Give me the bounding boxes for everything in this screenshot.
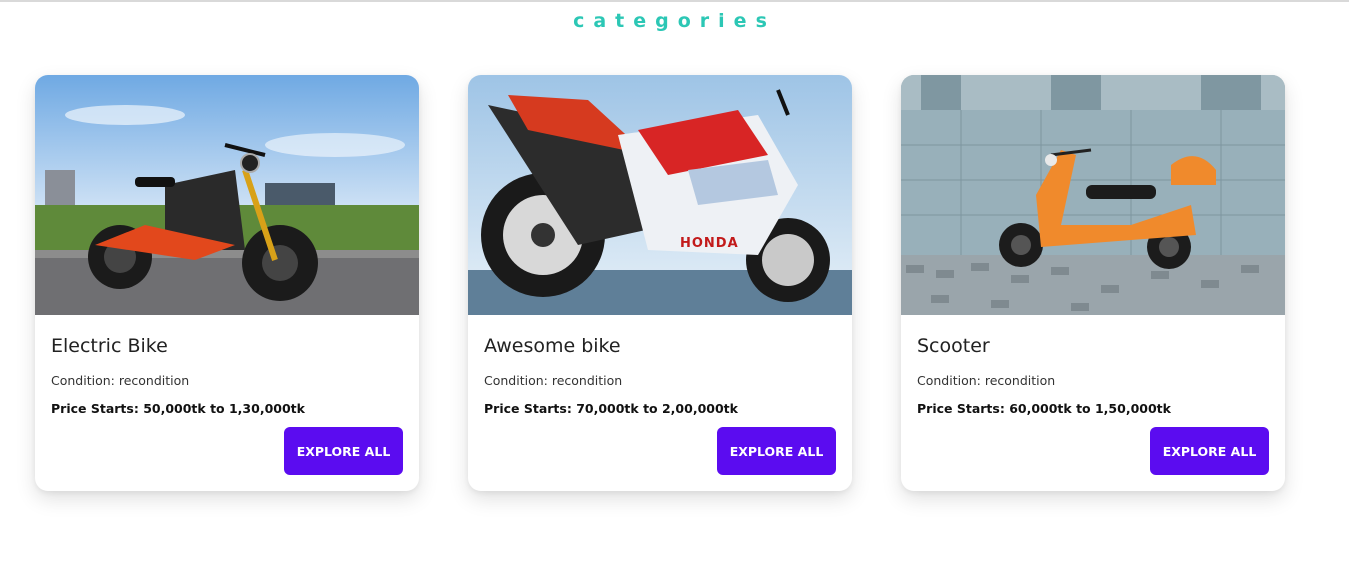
card-title: Electric Bike: [51, 335, 168, 357]
category-card-scooter: Scooter Condition: recondition Price Sta…: [901, 75, 1285, 491]
card-image: [35, 75, 419, 315]
explore-all-button[interactable]: EXPLORE ALL: [284, 427, 403, 475]
card-condition: Condition: recondition: [51, 373, 190, 388]
category-card-electric-bike: Electric Bike Condition: recondition Pri…: [35, 75, 419, 491]
card-condition: Condition: recondition: [484, 373, 623, 388]
card-price: Price Starts: 50,000tk to 1,30,000tk: [51, 401, 305, 416]
card-image: [901, 75, 1285, 315]
card-title: Scooter: [917, 335, 990, 357]
card-price: Price Starts: 60,000tk to 1,50,000tk: [917, 401, 1171, 416]
top-border: [0, 0, 1349, 2]
card-title: Awesome bike: [484, 335, 621, 357]
section-title: categories: [573, 10, 776, 32]
explore-all-button[interactable]: EXPLORE ALL: [1150, 427, 1269, 475]
explore-all-button[interactable]: EXPLORE ALL: [717, 427, 836, 475]
card-condition: Condition: recondition: [917, 373, 1056, 388]
svg-text:HONDA: HONDA: [680, 236, 739, 251]
card-price: Price Starts: 70,000tk to 2,00,000tk: [484, 401, 738, 416]
card-image: HONDA: [468, 75, 852, 315]
category-card-awesome-bike: HONDA Awesome bike Condition: reconditio…: [468, 75, 852, 491]
